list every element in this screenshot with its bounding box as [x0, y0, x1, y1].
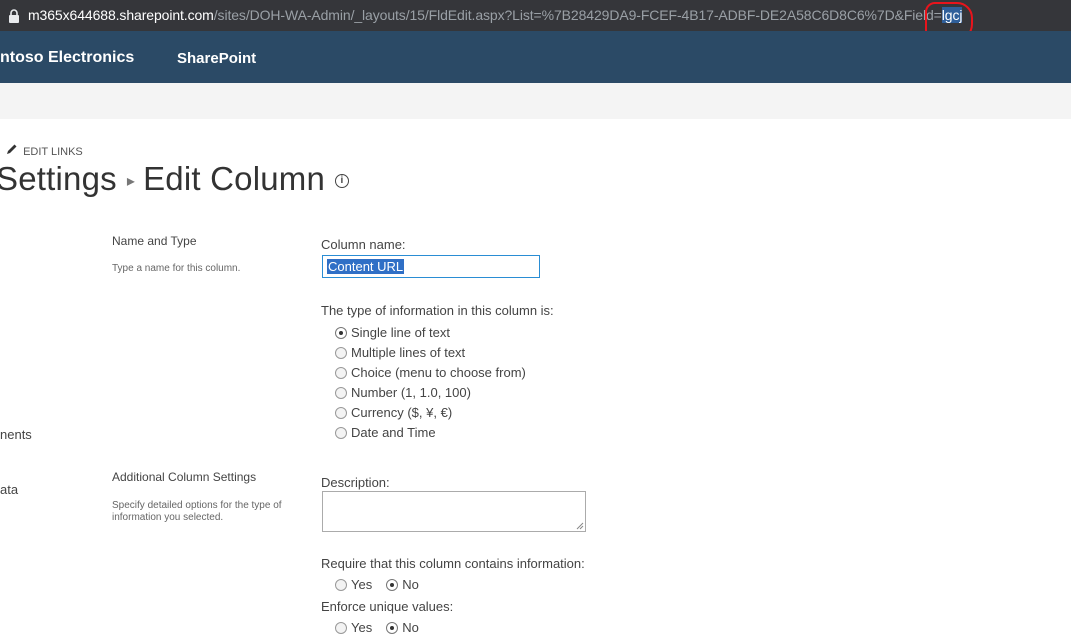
- description-textarea[interactable]: [322, 491, 586, 532]
- type-option-label: Choice (menu to choose from): [351, 365, 526, 380]
- edit-links-label: EDIT LINKS: [23, 146, 83, 158]
- unique-yes-label: Yes: [351, 620, 373, 635]
- description-label: Description:: [321, 475, 390, 490]
- radio-selected-icon[interactable]: [386, 621, 399, 634]
- require-radio-group: Yes No: [335, 577, 433, 592]
- radio-icon[interactable]: [335, 621, 347, 634]
- require-no-option[interactable]: No: [386, 577, 419, 592]
- left-nav-item-data[interactable]: ata: [0, 482, 18, 497]
- breadcrumb-settings[interactable]: Settings: [0, 160, 117, 197]
- radio-icon[interactable]: [335, 406, 347, 419]
- info-icon[interactable]: i: [335, 174, 350, 189]
- org-name[interactable]: ntoso Electronics: [0, 49, 134, 67]
- pencil-icon: [6, 143, 20, 158]
- column-name-value: Content URL: [327, 259, 405, 274]
- type-option-choice[interactable]: Choice (menu to choose from): [335, 365, 526, 380]
- radio-icon[interactable]: [335, 386, 347, 399]
- url-host: m365x644688.sharepoint.com: [28, 7, 214, 23]
- type-option-label: Number (1, 1.0, 100): [351, 385, 471, 400]
- section-title-name-type: Name and Type: [112, 234, 197, 248]
- edit-links[interactable]: EDIT LINKS: [6, 143, 83, 158]
- type-option-single-line[interactable]: Single line of text: [335, 325, 450, 340]
- unique-no-option[interactable]: No: [386, 620, 419, 635]
- radio-selected-icon[interactable]: [335, 326, 347, 339]
- type-option-label: Single line of text: [351, 325, 451, 340]
- radio-icon[interactable]: [335, 366, 347, 379]
- type-option-number[interactable]: Number (1, 1.0, 100): [335, 385, 471, 400]
- url-text[interactable]: m365x644688.sharepoint.com/sites/DOH-WA-…: [28, 7, 962, 23]
- require-yes-option[interactable]: Yes: [335, 577, 372, 592]
- type-option-label: Currency ($, ¥, €): [351, 405, 453, 420]
- resize-grip-icon[interactable]: [576, 522, 584, 530]
- column-name-input[interactable]: Content URL: [322, 255, 540, 278]
- type-option-multiple-lines[interactable]: Multiple lines of text: [335, 345, 465, 360]
- lock-icon: [8, 9, 20, 23]
- unique-radio-group: Yes No: [335, 620, 433, 635]
- suite-bar: ntoso Electronics SharePoint: [0, 31, 1071, 83]
- type-option-label: Date and Time: [351, 425, 436, 440]
- type-option-label: Multiple lines of text: [351, 345, 466, 360]
- unique-no-label: No: [402, 620, 419, 635]
- type-label: The type of information in this column i…: [321, 303, 554, 318]
- type-option-currency[interactable]: Currency ($, ¥, €): [335, 405, 452, 420]
- unique-yes-option[interactable]: Yes: [335, 620, 372, 635]
- ribbon-bar: [0, 83, 1071, 119]
- breadcrumb-separator: ▸: [126, 173, 136, 191]
- section-title-additional: Additional Column Settings: [112, 470, 257, 484]
- breadcrumb-current: Edit Column: [143, 160, 326, 197]
- radio-icon[interactable]: [335, 578, 347, 591]
- browser-address-bar[interactable]: m365x644688.sharepoint.com/sites/DOH-WA-…: [0, 0, 1071, 42]
- require-label: Require that this column contains inform…: [321, 556, 585, 571]
- section-desc-name-type: Type a name for this column.: [112, 263, 241, 274]
- require-no-label: No: [402, 577, 419, 592]
- require-yes-label: Yes: [351, 577, 373, 592]
- column-name-label: Column name:: [321, 237, 406, 252]
- url-path: /sites/DOH-WA-Admin/_layouts/15/FldEdit.…: [213, 7, 942, 23]
- page-title: Settings ▸ Edit Column i: [0, 160, 350, 198]
- radio-icon[interactable]: [335, 426, 347, 439]
- radio-selected-icon[interactable]: [386, 578, 399, 591]
- left-nav-item-documents[interactable]: nents: [0, 427, 32, 442]
- app-name-sharepoint[interactable]: SharePoint: [177, 50, 256, 67]
- radio-icon[interactable]: [335, 346, 347, 359]
- type-option-date-time[interactable]: Date and Time: [335, 425, 436, 440]
- unique-label: Enforce unique values:: [321, 599, 454, 614]
- section-desc-additional: Specify detailed options for the type of…: [112, 500, 282, 523]
